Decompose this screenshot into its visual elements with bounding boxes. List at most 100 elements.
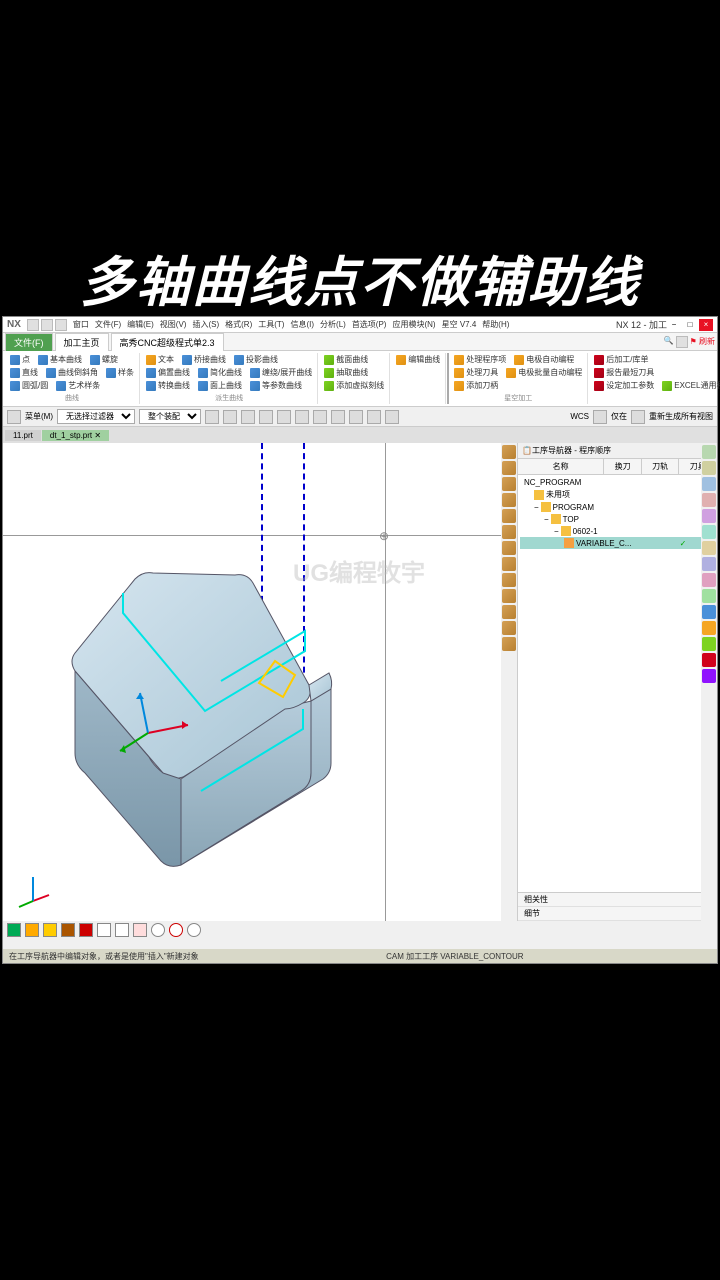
lt-6[interactable] bbox=[502, 525, 516, 539]
menu-tools[interactable]: 工具(T) bbox=[256, 319, 286, 330]
fi2[interactable] bbox=[223, 410, 237, 424]
help-icon[interactable] bbox=[676, 336, 688, 348]
tab-home[interactable]: 加工主页 bbox=[55, 333, 109, 351]
menu-help[interactable]: 帮助(H) bbox=[480, 319, 511, 330]
rb-project[interactable]: 投影曲线 bbox=[232, 353, 280, 366]
rb-spline[interactable]: 样条 bbox=[104, 366, 136, 379]
model-3d[interactable] bbox=[53, 543, 373, 883]
nav-detail[interactable]: 细节⌄ bbox=[518, 907, 717, 921]
nav-tree[interactable]: NC_PROGRAM 未用项 − PROGRAM − TOP − 0602-1 … bbox=[518, 475, 717, 892]
scope-filter[interactable]: 整个装配 bbox=[139, 409, 201, 424]
menu-format[interactable]: 格式(R) bbox=[223, 319, 254, 330]
rt-5[interactable] bbox=[702, 509, 716, 523]
rt-11[interactable] bbox=[702, 605, 716, 619]
rb-procprog[interactable]: 处理程序项 bbox=[452, 353, 508, 366]
rb-postlib[interactable]: 后加工/库单 bbox=[592, 353, 650, 366]
bt-7[interactable] bbox=[115, 923, 129, 937]
bt-3[interactable] bbox=[43, 923, 57, 937]
rt-13[interactable] bbox=[702, 637, 716, 651]
col-name[interactable]: 名称 bbox=[518, 459, 604, 474]
regen-label[interactable]: 重新生成所有视图 bbox=[649, 411, 713, 422]
rt-2[interactable] bbox=[702, 461, 716, 475]
rb-wrap[interactable]: 缠绕/展开曲线 bbox=[248, 366, 314, 379]
filetab-1[interactable]: 11.prt bbox=[5, 430, 41, 441]
rt-6[interactable] bbox=[702, 525, 716, 539]
bt-10[interactable] bbox=[169, 923, 183, 937]
tb-new-icon[interactable] bbox=[27, 319, 39, 331]
bt-2[interactable] bbox=[25, 923, 39, 937]
lt-8[interactable] bbox=[502, 557, 516, 571]
rb-arc[interactable]: 圆弧/圆 bbox=[8, 379, 50, 392]
rb-bridge[interactable]: 桥接曲线 bbox=[180, 353, 228, 366]
lt-1[interactable] bbox=[502, 445, 516, 459]
rb-setparam[interactable]: 设定加工参数 bbox=[592, 379, 656, 392]
rt-10[interactable] bbox=[702, 589, 716, 603]
lt-9[interactable] bbox=[502, 573, 516, 587]
tb-save-icon[interactable] bbox=[55, 319, 67, 331]
minimize-button[interactable]: − bbox=[667, 319, 681, 331]
bt-5[interactable] bbox=[79, 923, 93, 937]
rb-basecurve[interactable]: 基本曲线 bbox=[36, 353, 84, 366]
rt-4[interactable] bbox=[702, 493, 716, 507]
bt-1[interactable] bbox=[7, 923, 21, 937]
search-icon[interactable]: 🔍 bbox=[664, 336, 674, 348]
rb-shorttool[interactable]: 报告最短刀具 bbox=[592, 366, 656, 379]
rt-9[interactable] bbox=[702, 573, 716, 587]
menu-pref[interactable]: 首选项(P) bbox=[350, 319, 389, 330]
rt-7[interactable] bbox=[702, 541, 716, 555]
rb-helix[interactable]: 螺旋 bbox=[88, 353, 120, 366]
menu-button[interactable] bbox=[7, 410, 21, 424]
rt-3[interactable] bbox=[702, 477, 716, 491]
rt-8[interactable] bbox=[702, 557, 716, 571]
menu-app[interactable]: 应用模块(N) bbox=[390, 319, 437, 330]
menu-starsky[interactable]: 星空 V7.4 bbox=[440, 319, 479, 330]
tree-unused[interactable]: 未用项 bbox=[520, 488, 715, 501]
fi1[interactable] bbox=[205, 410, 219, 424]
lt-2[interactable] bbox=[502, 461, 516, 475]
lt-4[interactable] bbox=[502, 493, 516, 507]
rb-convert[interactable]: 转换曲线 bbox=[144, 379, 192, 392]
rb-section[interactable]: 截面曲线 bbox=[322, 353, 370, 366]
tree-root[interactable]: NC_PROGRAM bbox=[520, 477, 715, 488]
tb-open-icon[interactable] bbox=[41, 319, 53, 331]
fi3[interactable] bbox=[241, 410, 255, 424]
wcs-icon[interactable] bbox=[593, 410, 607, 424]
nav-related[interactable]: 相关性⌄ bbox=[518, 893, 717, 907]
fi9[interactable] bbox=[349, 410, 363, 424]
rb-elecauto[interactable]: 电极自动编程 bbox=[512, 353, 576, 366]
rb-onface[interactable]: 面上曲线 bbox=[196, 379, 244, 392]
close-button[interactable]: × bbox=[699, 319, 713, 331]
tab-file[interactable]: 文件(F) bbox=[5, 333, 53, 351]
bt-11[interactable] bbox=[187, 923, 201, 937]
fi6[interactable] bbox=[295, 410, 309, 424]
lt-11[interactable] bbox=[502, 605, 516, 619]
fi11[interactable] bbox=[385, 410, 399, 424]
lt-5[interactable] bbox=[502, 509, 516, 523]
menu-edit[interactable]: 编辑(E) bbox=[125, 319, 156, 330]
rb-point[interactable]: 点 bbox=[8, 353, 32, 366]
rb-chamfer[interactable]: 曲线倒斜角 bbox=[44, 366, 100, 379]
fi4[interactable] bbox=[259, 410, 273, 424]
tree-operation[interactable]: VARIABLE_C... ✓ D12 bbox=[520, 537, 715, 549]
filetab-2[interactable]: dt_1_stp.prt ✕ bbox=[42, 430, 109, 441]
col-tp[interactable]: 刀轨 bbox=[642, 459, 680, 474]
menu-info[interactable]: 信息(I) bbox=[288, 319, 316, 330]
col-tc[interactable]: 换刀 bbox=[604, 459, 642, 474]
view-triad[interactable] bbox=[13, 871, 53, 911]
bt-6[interactable] bbox=[97, 923, 111, 937]
rb-text[interactable]: 文本 bbox=[144, 353, 176, 366]
rb-virtual[interactable]: 添加虚拟刻线 bbox=[322, 379, 386, 392]
menu-window[interactable]: 窗口 bbox=[71, 319, 91, 330]
rb-editcurve[interactable]: 编辑曲线 bbox=[394, 353, 442, 366]
rt-1[interactable] bbox=[702, 445, 716, 459]
maximize-button[interactable]: □ bbox=[683, 319, 697, 331]
menu-insert[interactable]: 插入(S) bbox=[190, 319, 221, 330]
wcs-label[interactable]: WCS bbox=[570, 412, 589, 421]
fi10[interactable] bbox=[367, 410, 381, 424]
menu-label[interactable]: 菜单(M) bbox=[25, 411, 53, 422]
bt-8[interactable] bbox=[133, 923, 147, 937]
rb-elecbatch[interactable]: 电极批量自动编程 bbox=[504, 366, 584, 379]
tree-program[interactable]: − PROGRAM bbox=[520, 501, 715, 513]
lt-13[interactable] bbox=[502, 637, 516, 651]
rb-addholder[interactable]: 添加刀柄 bbox=[452, 379, 500, 392]
